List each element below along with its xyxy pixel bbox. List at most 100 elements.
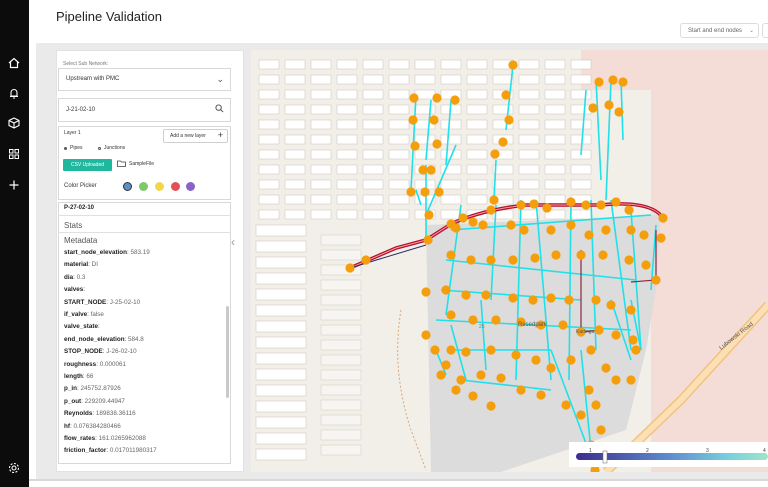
building-block	[388, 89, 410, 100]
building-block	[310, 149, 332, 160]
metadata-value: J-26-02-10	[106, 348, 137, 356]
building-block	[570, 119, 592, 130]
chevron-down-icon: ⌄	[748, 28, 754, 34]
metadata-key: p_in	[64, 385, 77, 393]
pipe-junction-node	[536, 390, 546, 400]
swatch-blue[interactable]	[123, 182, 132, 191]
swatch-purple[interactable]	[186, 182, 195, 191]
home-icon[interactable]	[7, 56, 22, 71]
legend-tick: 1	[589, 448, 592, 454]
pipe-junction-node	[614, 107, 624, 117]
building-block	[336, 209, 358, 220]
metadata-value: 189838.36116	[95, 410, 136, 418]
sample-file-label: SampleFile	[129, 160, 155, 167]
radio-junctions[interactable]: Junctions	[98, 145, 125, 151]
swatch-red[interactable]	[171, 182, 180, 191]
sample-file-link[interactable]: SampleFile	[117, 160, 154, 167]
add-layer-button[interactable]: Add a new layer +	[163, 129, 228, 143]
building-block	[388, 164, 410, 175]
metadata-key: valves	[64, 286, 84, 294]
building-block	[284, 194, 306, 205]
pipe-junction-node	[542, 203, 552, 213]
building-block	[255, 448, 307, 461]
search-icon[interactable]	[215, 104, 224, 113]
building-block	[466, 59, 488, 70]
pipe-junction-node	[588, 103, 598, 113]
start-end-nodes-select[interactable]: Start and end nodes ⌄	[680, 23, 759, 38]
building-block	[362, 89, 384, 100]
building-block	[388, 59, 410, 70]
building-block	[284, 89, 306, 100]
building-block	[255, 336, 307, 349]
metadata-row: START_NODE: J-25-02-10	[64, 299, 140, 306]
pipe-junction-node	[626, 225, 636, 235]
building-block	[414, 74, 436, 85]
building-block	[544, 104, 566, 115]
building-block	[320, 369, 362, 381]
radio-pipes-label: Pipes	[70, 145, 83, 151]
building-block	[320, 324, 362, 336]
pipe-junction-node	[424, 210, 434, 220]
pipe-junction-node	[468, 217, 478, 227]
building-block	[440, 194, 462, 205]
pipe-junction-node	[601, 225, 611, 235]
stats-heading[interactable]: Stats	[64, 221, 82, 230]
building-block	[518, 164, 540, 175]
cube-icon[interactable]	[7, 116, 22, 131]
settings-icon[interactable]	[7, 461, 22, 476]
sub-network-select[interactable]: Upstream with PMC ⌄	[58, 68, 231, 91]
swatch-yellow[interactable]	[155, 182, 164, 191]
plus-icon[interactable]	[7, 178, 22, 193]
metadata-key: length	[64, 373, 83, 380]
metadata-row: dia: 0.3	[64, 274, 85, 281]
building-block	[255, 432, 307, 445]
grid-icon[interactable]	[7, 147, 22, 162]
building-block	[336, 164, 358, 175]
legend-tick: 2	[646, 448, 649, 454]
building-block	[414, 149, 436, 160]
pipe-junction-node	[451, 385, 461, 395]
pipe-junction-node	[566, 355, 576, 365]
pipe-junction-node	[506, 220, 516, 230]
page-title: Pipeline Validation	[56, 9, 162, 24]
swatch-green[interactable]	[139, 182, 148, 191]
pipe-junction-node	[446, 250, 456, 260]
building-block	[258, 74, 280, 85]
radio-pipes[interactable]: Pipes	[64, 145, 83, 151]
metadata-value: false	[90, 311, 104, 318]
bell-icon[interactable]	[7, 86, 22, 101]
building-block	[440, 209, 462, 220]
csv-uploaded-button[interactable]: CSV Uploaded	[63, 159, 112, 171]
pipe-junction-node	[508, 255, 518, 265]
pipe-junction-node	[558, 320, 568, 330]
pipe-junction-node	[529, 199, 539, 209]
building-block	[258, 134, 280, 145]
node-search-input[interactable]: J-21-02-10	[58, 98, 231, 122]
building-block	[310, 134, 332, 145]
scrollbar-thumb[interactable]	[226, 306, 229, 398]
building-block	[570, 74, 592, 85]
pipe-junction-node	[551, 250, 561, 260]
metadata-row: flow_rates: 161.0265962088	[64, 435, 146, 442]
color-picker-label: Color Picker	[64, 183, 97, 189]
pipe-junction-node	[611, 375, 621, 385]
building-block	[466, 89, 488, 100]
building-block	[466, 164, 488, 175]
secondary-select[interactable]	[762, 23, 768, 38]
metadata-row: roughness: 0.000061	[64, 361, 126, 368]
pipe-junction-node	[591, 400, 601, 410]
building-block	[466, 119, 488, 130]
pipe-junction-node	[468, 391, 478, 401]
building-block	[336, 89, 358, 100]
pipe-junction-node	[508, 293, 518, 303]
building-block	[255, 352, 307, 365]
metadata-key: Reynolds	[64, 410, 93, 418]
building-block	[570, 59, 592, 70]
place-label: 25	[479, 324, 485, 330]
building-block	[440, 134, 462, 145]
building-block	[362, 179, 384, 190]
pipe-junction-node	[576, 410, 586, 420]
collapse-panel-icon[interactable]: ‹	[231, 235, 235, 249]
map-view[interactable]: Lubowski Road Kadingu 25 Resedpark	[251, 50, 768, 472]
legend-handle[interactable]	[602, 450, 608, 464]
